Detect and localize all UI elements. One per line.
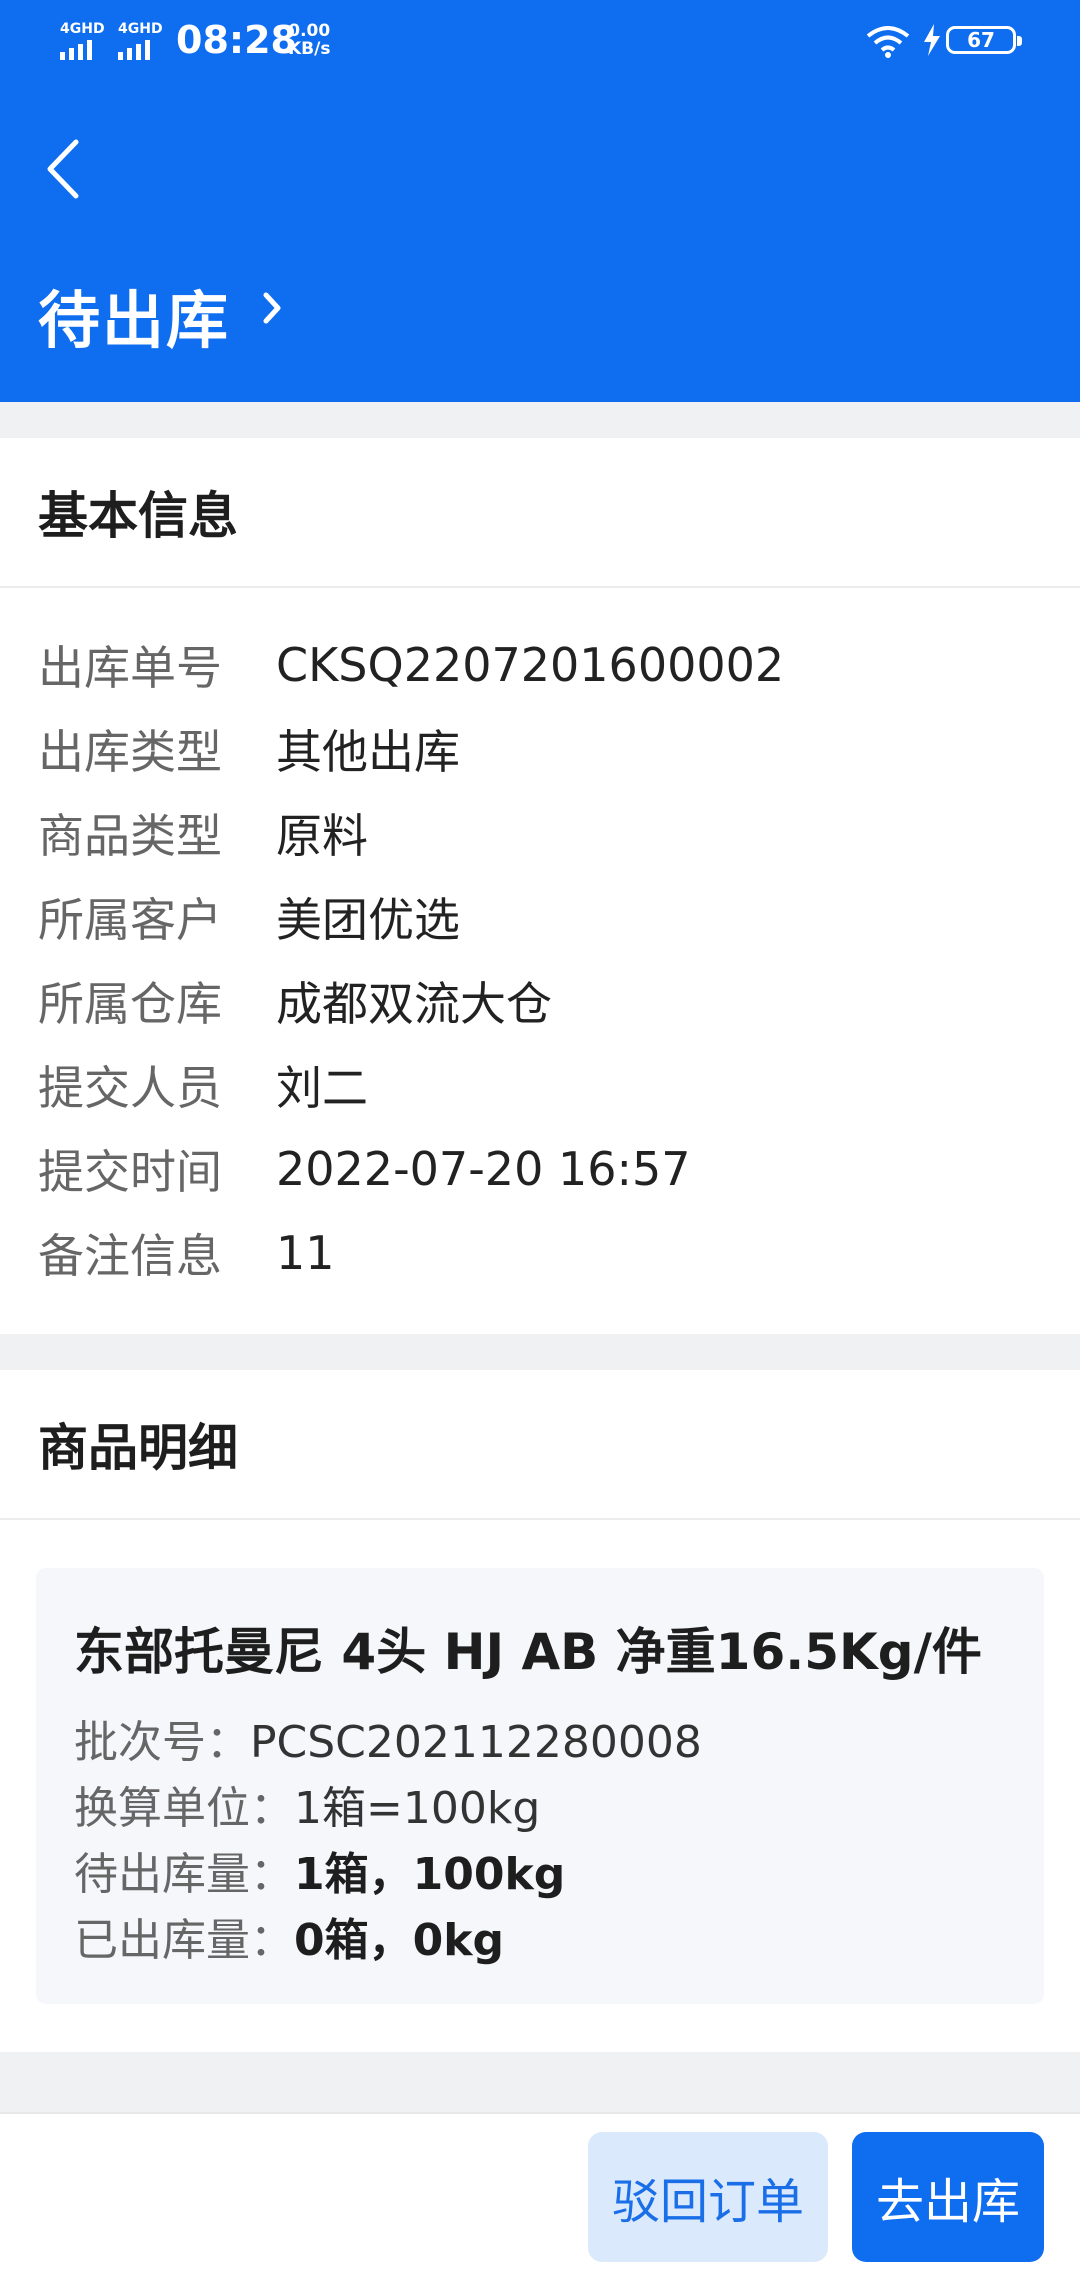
unit-label: 换算单位： (74, 1783, 294, 1834)
info-row-submitter: 提交人员 刘二 (0, 1043, 1080, 1127)
status-bar: 4GHD 4GHD 08:28 0.00 KB/s 67 (0, 0, 1080, 80)
info-row-remark: 备注信息 11 (0, 1211, 1080, 1295)
info-row-warehouse: 所属仓库 成都双流大仓 (0, 959, 1080, 1043)
info-value: 成都双流大仓 (276, 977, 552, 1031)
info-value: 美团优选 (276, 893, 460, 947)
battery-level: 67 (967, 28, 995, 52)
info-label: 出库单号 (38, 641, 222, 695)
signal-1-icon: 4GHD (60, 22, 105, 60)
chevron-left-icon[interactable] (44, 138, 80, 200)
info-row-order-number: 出库单号 CKSQ2207201600002 (0, 623, 1080, 707)
done-value: 0箱，0kg (294, 1915, 504, 1966)
clock: 08:28 (176, 18, 297, 62)
done-label: 已出库量： (74, 1915, 294, 1966)
signal-2-icon: 4GHD (118, 22, 163, 60)
goods-batch-row: 批次号：PCSC202112280008 (74, 1710, 1006, 1776)
bottom-action-bar: 驳回订单 去出库 (0, 2112, 1080, 2272)
info-label: 所属仓库 (38, 977, 222, 1031)
goods-detail-card: 商品明细 东部托曼尼 4头 HJ AB 净重16.5Kg/件 批次号：PCSC2… (0, 1370, 1080, 2052)
goods-item[interactable]: 东部托曼尼 4头 HJ AB 净重16.5Kg/件 批次号：PCSC202112… (36, 1568, 1044, 2004)
basic-info-list: 出库单号 CKSQ2207201600002 出库类型 其他出库 商品类型 原料… (0, 588, 1080, 1295)
app-header: 4GHD 4GHD 08:28 0.00 KB/s 67 待出库 (0, 0, 1080, 402)
info-value: 11 (276, 1226, 335, 1280)
go-outbound-button[interactable]: 去出库 (852, 2132, 1044, 2262)
wifi-icon (866, 26, 910, 58)
goods-pending-row: 待出库量：1箱，100kg (74, 1842, 1006, 1908)
info-label: 所属客户 (38, 893, 222, 947)
speed-value: 0.00 (288, 21, 331, 41)
info-value: CKSQ2207201600002 (276, 638, 785, 692)
goods-unit-row: 换算单位：1箱=100kg (74, 1776, 1006, 1842)
unit-value: 1箱=100kg (294, 1783, 541, 1834)
info-label: 提交人员 (38, 1061, 222, 1115)
batch-label: 批次号： (74, 1717, 250, 1768)
section-title-goods-detail: 商品明细 (0, 1370, 1080, 1520)
network-speed: 0.00 KB/s (288, 22, 330, 58)
info-label: 商品类型 (38, 809, 222, 863)
info-row-submit-time: 提交时间 2022-07-20 16:57 (0, 1127, 1080, 1211)
batch-value: PCSC202112280008 (250, 1717, 702, 1768)
info-value: 刘二 (276, 1061, 368, 1115)
charging-icon (924, 24, 940, 56)
section-title-basic-info: 基本信息 (0, 438, 1080, 588)
info-label: 备注信息 (38, 1229, 222, 1283)
goods-done-row: 已出库量：0箱，0kg (74, 1908, 1006, 1974)
info-label: 提交时间 (38, 1145, 222, 1199)
info-label: 出库类型 (38, 725, 222, 779)
chevron-right-icon[interactable] (262, 291, 282, 325)
network-type-2: 4GHD (118, 21, 163, 37)
info-value: 2022-07-20 16:57 (276, 1142, 691, 1196)
info-row-goods-type: 商品类型 原料 (0, 791, 1080, 875)
basic-info-card: 基本信息 出库单号 CKSQ2207201600002 出库类型 其他出库 商品… (0, 438, 1080, 1334)
battery-icon: 67 (946, 26, 1022, 54)
info-row-customer: 所属客户 美团优选 (0, 875, 1080, 959)
info-row-outbound-type: 出库类型 其他出库 (0, 707, 1080, 791)
reject-order-button[interactable]: 驳回订单 (588, 2132, 828, 2262)
speed-unit: KB/s (288, 39, 331, 59)
goods-name: 东部托曼尼 4头 HJ AB 净重16.5Kg/件 (74, 1623, 982, 1681)
info-value: 原料 (276, 809, 368, 863)
pending-label: 待出库量： (74, 1849, 294, 1900)
info-value: 其他出库 (276, 725, 460, 779)
pending-value: 1箱，100kg (294, 1849, 566, 1900)
page-title[interactable]: 待出库 (38, 270, 230, 360)
network-type-1: 4GHD (60, 21, 105, 37)
